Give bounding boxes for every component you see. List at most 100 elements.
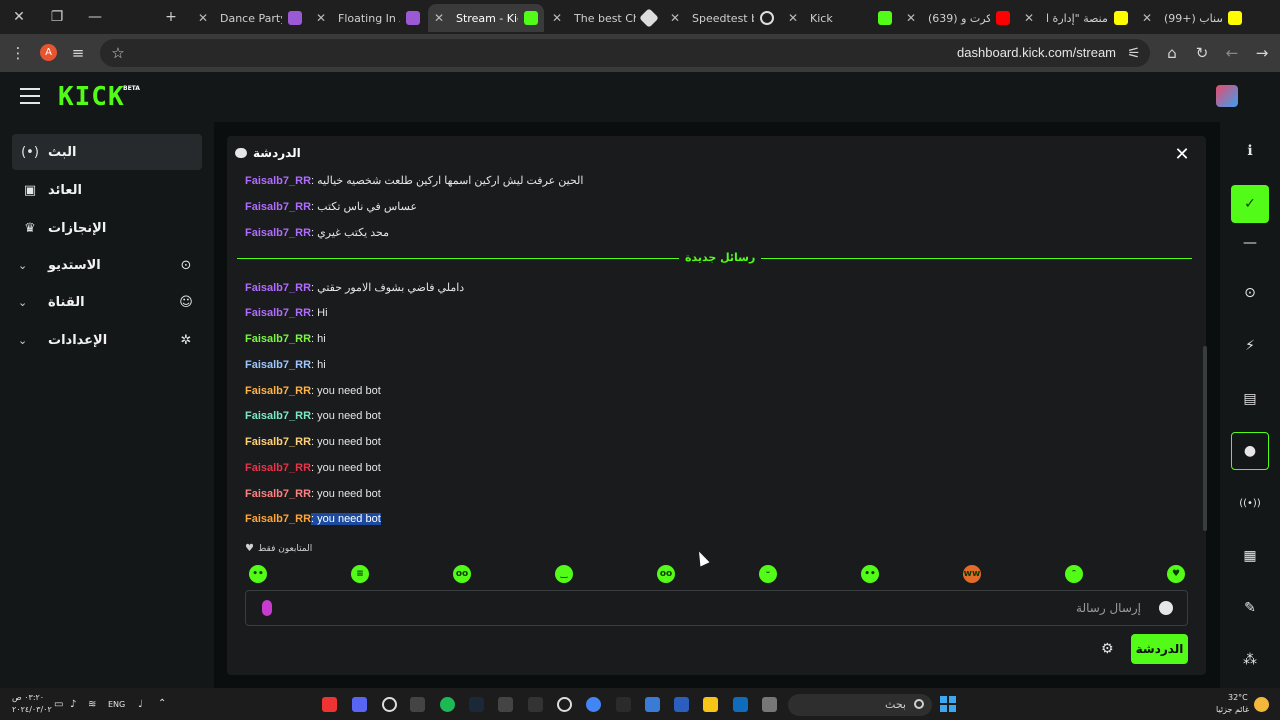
discord-icon[interactable] [352, 697, 367, 712]
emote-icon[interactable]: •• [861, 565, 879, 583]
weather-description[interactable]: غائم جزئيا [1216, 705, 1249, 714]
new-tab-icon[interactable]: + [152, 0, 190, 34]
weather-icon[interactable] [1254, 697, 1269, 712]
microphone-icon[interactable] [262, 600, 272, 616]
tab-close-icon[interactable]: ✕ [552, 11, 566, 25]
hamburger-menu-icon[interactable] [20, 88, 40, 104]
layout-icon[interactable]: ▦ [1231, 537, 1269, 575]
spotify-icon[interactable] [440, 697, 455, 712]
tab-close-icon[interactable]: ✕ [906, 11, 920, 25]
emote-icon[interactable]: ‿ [555, 565, 573, 583]
emote-icon[interactable]: •• [249, 565, 267, 583]
taskbar-search[interactable]: بحث [788, 694, 932, 716]
notification-icon[interactable]: ▭ [54, 699, 63, 710]
chat-username[interactable]: Faisalb7_RR [245, 201, 311, 213]
browser-tab[interactable]: ✕ Dance Party [192, 4, 308, 32]
address-bar[interactable]: ☆ dashboard.kick.com/stream ⚟ [100, 39, 1150, 67]
tab-close-icon[interactable]: ✕ [670, 11, 684, 25]
camera-icon[interactable]: ⊙ [1231, 274, 1269, 312]
browser-tab[interactable]: ✕ (99+) سناب [1136, 4, 1248, 32]
chat-username[interactable]: Faisalb7_RR [245, 307, 311, 319]
chat-username[interactable]: Faisalb7_RR [245, 359, 311, 371]
capcut-icon[interactable] [498, 697, 513, 712]
security-icon[interactable] [674, 697, 689, 712]
forward-arrow-icon[interactable]: → [1250, 41, 1274, 65]
lightning-icon[interactable]: ⚡ [1231, 327, 1269, 365]
window-close-icon[interactable]: ✕ [0, 0, 38, 34]
browser-tab[interactable]: ✕ The best Cha [546, 4, 662, 32]
check-icon[interactable]: ✓ [1231, 185, 1269, 223]
wrench-icon[interactable]: ✎ [1231, 589, 1269, 627]
notion-icon[interactable] [528, 697, 543, 712]
back-arrow-icon[interactable]: ← [1220, 41, 1244, 65]
chevron-down-icon[interactable]: ⌄ [18, 334, 27, 347]
chat-username[interactable]: Faisalb7_RR [245, 333, 311, 345]
sidebar-item-channel[interactable]: ☺ القناة ⌄ [12, 284, 202, 320]
share-icon[interactable]: ⁂ [1231, 641, 1269, 679]
tab-close-icon[interactable]: ✕ [434, 11, 448, 25]
kick-studio-icon[interactable] [645, 697, 660, 712]
browser-tab[interactable]: ✕ منصة "إدارة ا [1018, 4, 1134, 32]
browser-tab-active[interactable]: ✕ Stream - Kick [428, 4, 544, 32]
chat-message-input[interactable]: إرسال رسالة [245, 590, 1188, 626]
steam-icon[interactable] [469, 697, 484, 712]
chat-settings-icon[interactable]: ⚙ [1101, 641, 1114, 657]
wifi-icon[interactable]: ≋ [88, 699, 96, 710]
task-view-icon[interactable] [762, 697, 777, 712]
chat-username[interactable]: Faisalb7_RR [245, 436, 311, 448]
emote-icon[interactable]: ᵔ [1065, 565, 1083, 583]
browser-tab[interactable]: ✕ Floating In A [310, 4, 426, 32]
tab-close-icon[interactable]: ✕ [316, 11, 330, 25]
microphone-tray-icon[interactable]: ♩ [138, 699, 143, 710]
emote-icon[interactable]: oo [453, 565, 471, 583]
user-avatar[interactable] [1216, 85, 1238, 107]
tab-close-icon[interactable]: ✕ [1142, 11, 1156, 25]
document-icon[interactable]: ▤ [1231, 380, 1269, 418]
obs-icon[interactable] [382, 697, 397, 712]
emote-icon[interactable]: ♥ [1167, 565, 1185, 583]
reload-icon[interactable]: ↻ [1190, 41, 1214, 65]
menu-dots-icon[interactable]: ⋮ [6, 41, 30, 65]
sidebar-item-studio[interactable]: ⊙ الاستديو ⌄ [12, 247, 202, 283]
profile-avatar[interactable]: A [40, 44, 57, 61]
chat-username[interactable]: Faisalb7_RR [245, 385, 311, 397]
chat-username[interactable]: Faisalb7_RR [245, 488, 311, 500]
sidebar-item-stream[interactable]: (•) البث [12, 134, 202, 170]
windows-start-icon[interactable] [940, 696, 956, 712]
chat-username[interactable]: Faisalb7_RR [245, 175, 311, 187]
tab-search-icon[interactable]: ≡ [66, 41, 90, 65]
chat-username[interactable]: Faisalb7_RR [245, 410, 311, 422]
tab-close-icon[interactable]: ✕ [198, 11, 212, 25]
chat-username[interactable]: Faisalb7_RR [245, 227, 311, 239]
home-icon[interactable]: ⌂ [1160, 41, 1184, 65]
close-chat-button[interactable]: ✕ [1172, 144, 1192, 165]
broadcast-icon[interactable]: ((•)) [1231, 484, 1269, 522]
clock-date[interactable]: ٢٠٢٤/٠٣/٠٢ [12, 705, 52, 714]
emote-icon[interactable]: ᵕ [759, 565, 777, 583]
volume-icon[interactable]: ♪ [70, 699, 76, 710]
kick-logo[interactable]: KICK [58, 82, 125, 112]
chevron-down-icon[interactable]: ⌄ [18, 259, 27, 272]
tab-close-icon[interactable]: ✕ [1024, 11, 1038, 25]
emote-icon[interactable]: oo [657, 565, 675, 583]
chat-username[interactable]: Faisalb7_RR [245, 462, 311, 474]
browser-tab[interactable]: ✕ Speedtest by [664, 4, 780, 32]
obs-icon[interactable] [557, 697, 572, 712]
chat-scrollbar[interactable] [1203, 346, 1207, 531]
sidebar-item-achievements[interactable]: ♛ الإنجازات [12, 210, 202, 246]
window-minimize-icon[interactable]: — [76, 0, 114, 34]
clock-time[interactable]: ٠٣:٢٠ ص [12, 693, 44, 702]
emote-icon[interactable]: ww [963, 565, 981, 583]
sidebar-item-revenue[interactable]: ▣ العائد [12, 172, 202, 208]
chat-username[interactable]: Faisalb7_RR [245, 513, 311, 525]
app-icon[interactable] [322, 697, 337, 712]
tab-close-icon[interactable]: ✕ [788, 11, 802, 25]
terminal-icon[interactable] [616, 697, 631, 712]
info-icon[interactable]: ℹ [1231, 132, 1269, 170]
weather-temperature[interactable]: 32°C [1228, 693, 1248, 702]
chat-send-button[interactable]: الدردشة [1131, 634, 1188, 664]
browser-tab[interactable]: ✕ (639) تنكرت و [900, 4, 1016, 32]
capcut-icon[interactable] [410, 697, 425, 712]
language-indicator[interactable]: ENG [108, 700, 125, 709]
chat-username[interactable]: Faisalb7_RR [245, 282, 311, 294]
